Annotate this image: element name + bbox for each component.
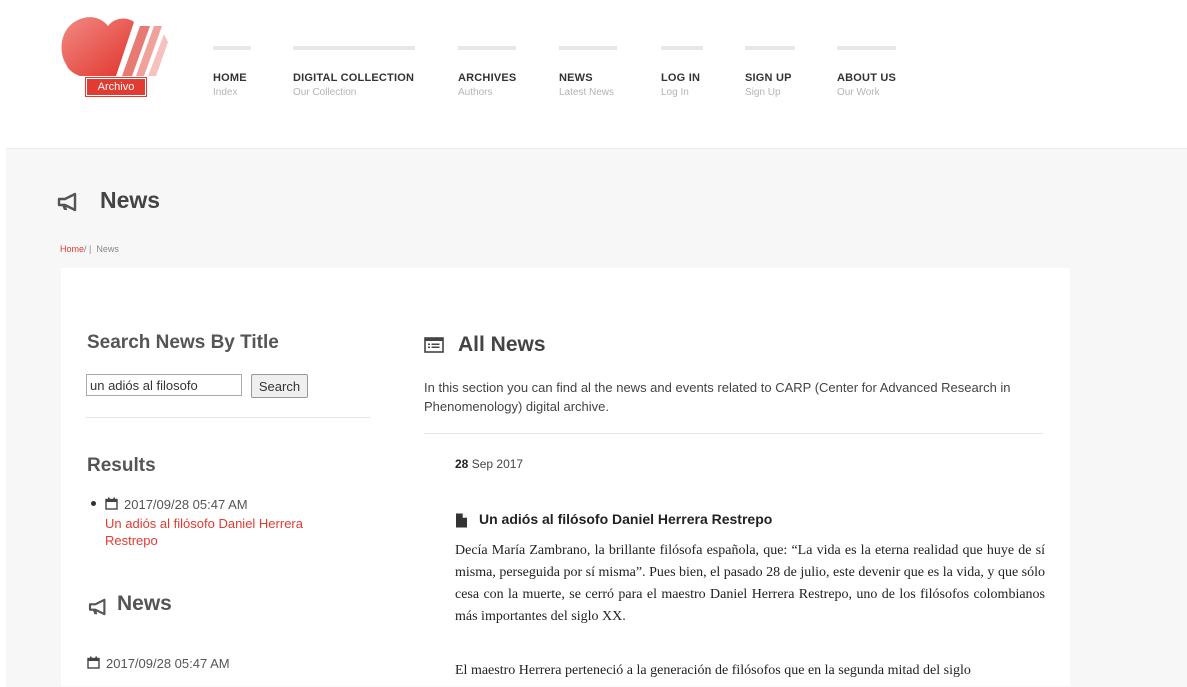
nav-about-us[interactable]: ABOUT US Our Work	[837, 46, 896, 98]
list-bullet	[91, 501, 96, 506]
nav-sign-up-subtitle: Sign Up	[745, 87, 781, 98]
nav-archives-subtitle: Authors	[458, 87, 493, 98]
nav-bar	[458, 46, 516, 50]
breadcrumb-home[interactable]: Home	[60, 244, 84, 254]
article-paragraph: Decía María Zambrano, la brillante filós…	[455, 543, 1045, 624]
nav-archives-title: ARCHIVES	[458, 72, 517, 84]
search-title: Search News By Title	[87, 332, 279, 353]
article-date-month-year: Sep 2017	[471, 457, 524, 471]
nav-sign-up[interactable]: SIGN UP Sign Up	[745, 46, 795, 98]
result-item: 2017/09/28 05:47 AM Un adiós al filósofo…	[91, 497, 365, 549]
nav-home-title: HOME	[213, 72, 247, 84]
breadcrumb-separator: / |	[84, 244, 92, 254]
results-title: Results	[87, 455, 156, 476]
result-date-text: 2017/09/28 05:47 AM	[124, 497, 248, 512]
bullhorn-icon	[88, 598, 106, 616]
nav-bar	[837, 46, 896, 50]
calendar-icon	[87, 656, 100, 669]
site-header: Archivo HOME Index DIGITAL COLLECTION Ou…	[0, 0, 1187, 148]
search-button[interactable]: Search	[251, 374, 308, 398]
side-news-title: News	[117, 592, 172, 615]
nav-bar	[661, 46, 703, 50]
nav-log-in-title: LOG IN	[661, 72, 701, 84]
main-divider	[424, 433, 1043, 434]
article-title[interactable]: Un adiós al filósofo Daniel Herrera Rest…	[479, 511, 772, 527]
nav-digital-collection[interactable]: DIGITAL COLLECTION Our Collection	[293, 46, 415, 98]
logo-label: Archivo	[85, 77, 147, 97]
breadcrumb-current: News	[96, 244, 119, 254]
nav-digital-collection-subtitle: Our Collection	[293, 87, 357, 98]
breadcrumb: Home/ | News	[60, 244, 119, 254]
nav-bar	[293, 46, 415, 50]
nav-archives[interactable]: ARCHIVES Authors	[458, 46, 516, 98]
nav-log-in[interactable]: LOG IN Log In	[661, 46, 703, 98]
bullhorn-icon	[57, 192, 77, 212]
result-date: 2017/09/28 05:47 AM	[105, 497, 365, 512]
calendar-icon	[105, 497, 118, 510]
side-news-date: 2017/09/28 05:47 AM	[87, 656, 230, 671]
nav-bar	[213, 46, 251, 50]
nav-sign-up-title: SIGN UP	[745, 72, 792, 84]
side-news-date-text: 2017/09/28 05:47 AM	[106, 656, 230, 671]
nav-bar	[745, 46, 795, 50]
article-paragraph: El maestro Herrera perteneció a la gener…	[455, 663, 971, 678]
nav-log-in-subtitle: Log In	[661, 87, 689, 98]
nav-about-us-title: ABOUT US	[837, 72, 897, 84]
search-input[interactable]	[86, 374, 242, 396]
list-alt-icon	[424, 337, 444, 353]
nav-about-us-subtitle: Our Work	[837, 87, 880, 98]
nav-news-subtitle: Latest News	[559, 87, 615, 98]
all-news-title: All News	[458, 333, 546, 356]
result-link[interactable]: Un adiós al filósofo Daniel Herrera Rest…	[105, 515, 355, 549]
all-news-description: In this section you can find al the news…	[424, 380, 1011, 414]
nav-digital-collection-title: DIGITAL COLLECTION	[293, 72, 415, 84]
nav-news[interactable]: NEWS Latest News	[559, 46, 617, 98]
article-date-day: 28	[455, 457, 469, 471]
page-title: News	[100, 187, 161, 213]
nav-news-title: NEWS	[559, 72, 593, 84]
site-logo[interactable]: Archivo	[56, 12, 174, 98]
file-icon	[456, 513, 467, 528]
article-date: 28 Sep 2017	[455, 457, 523, 471]
nav-home[interactable]: HOME Index	[213, 46, 251, 98]
nav-home-subtitle: Index	[213, 87, 238, 98]
nav-bar	[559, 46, 617, 50]
sidebar-divider	[86, 417, 370, 418]
